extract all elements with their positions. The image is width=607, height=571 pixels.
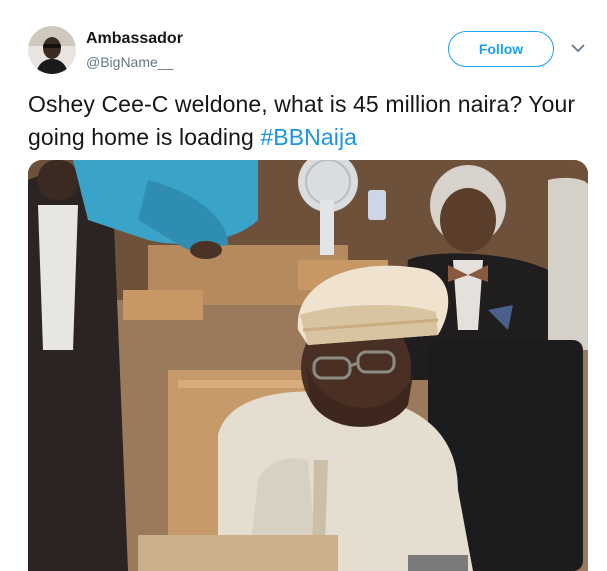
chevron-down-icon bbox=[571, 44, 585, 52]
tweet-card: Ambassador @BigName__ Follow Oshey Cee-C… bbox=[0, 0, 607, 571]
tweet-photo[interactable] bbox=[28, 160, 588, 571]
hashtag-link[interactable]: #BBNaija bbox=[260, 124, 357, 150]
author-handle[interactable]: @BigName__ bbox=[86, 53, 173, 71]
author-avatar[interactable] bbox=[28, 26, 76, 74]
user-avatar-icon bbox=[28, 26, 76, 74]
follow-button[interactable]: Follow bbox=[448, 31, 554, 67]
photo-icon bbox=[28, 160, 588, 571]
tweet-text: Oshey Cee-C weldone, what is 45 million … bbox=[28, 88, 588, 154]
author-display-name[interactable]: Ambassador bbox=[86, 29, 183, 49]
more-options-button[interactable] bbox=[570, 40, 586, 56]
